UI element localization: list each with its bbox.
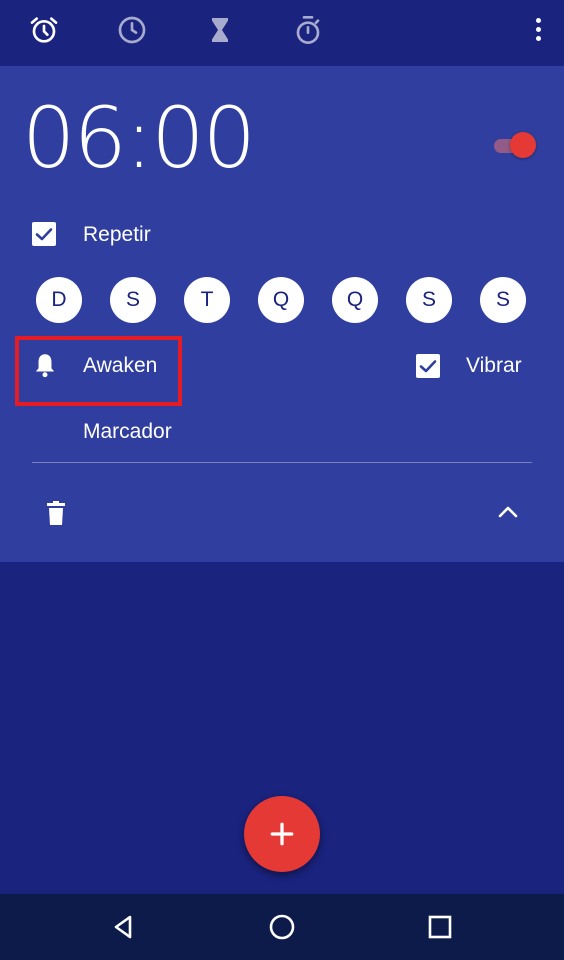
more-vert-dot [535,26,541,32]
switch-thumb [510,132,536,158]
clock-icon [118,16,146,44]
day-button-saturday[interactable]: S [480,277,526,323]
check-icon [419,360,437,373]
ringtone-highlight-box [15,336,182,406]
system-navigation-bar [0,894,564,960]
day-button-wednesday[interactable]: Q [258,277,304,323]
check-icon [35,228,53,241]
add-alarm-button[interactable] [244,796,320,872]
day-selector: D S T Q Q S S [36,277,528,323]
day-button-tuesday[interactable]: T [184,277,230,323]
day-button-friday[interactable]: S [406,277,452,323]
recents-icon[interactable] [424,911,456,943]
stopwatch-icon [296,15,320,44]
more-vert-icon [535,17,541,23]
divider [32,462,532,463]
alarm-tab[interactable] [24,10,64,50]
repeat-label: Repetir [83,223,151,246]
stopwatch-tab[interactable] [288,10,328,50]
alarm-enable-switch[interactable] [490,132,538,158]
alarm-time[interactable]: 06:00 [22,96,256,180]
top-app-bar [0,0,564,66]
day-button-thursday[interactable]: Q [332,277,378,323]
alarm-label-button[interactable]: Marcador [83,420,172,444]
plus-icon [270,822,294,846]
hourglass-icon [212,18,228,42]
day-button-sunday[interactable]: D [36,277,82,323]
chevron-up-icon[interactable] [496,504,520,520]
vibrate-label: Vibrar [466,354,522,377]
more-vert-dot [535,35,541,41]
alarm-icon [30,17,58,43]
repeat-checkbox[interactable] [32,222,56,246]
day-button-monday[interactable]: S [110,277,156,323]
alarm-card: 06:00 Repetir D S T Q Q S S Awaken Vibra… [0,66,564,562]
home-icon[interactable] [266,911,298,943]
timer-tab[interactable] [200,10,240,50]
trash-icon[interactable] [44,500,68,526]
back-icon[interactable] [108,911,140,943]
clock-tab[interactable] [112,10,152,50]
vibrate-checkbox[interactable] [416,354,440,378]
more-options-button[interactable] [528,14,548,44]
